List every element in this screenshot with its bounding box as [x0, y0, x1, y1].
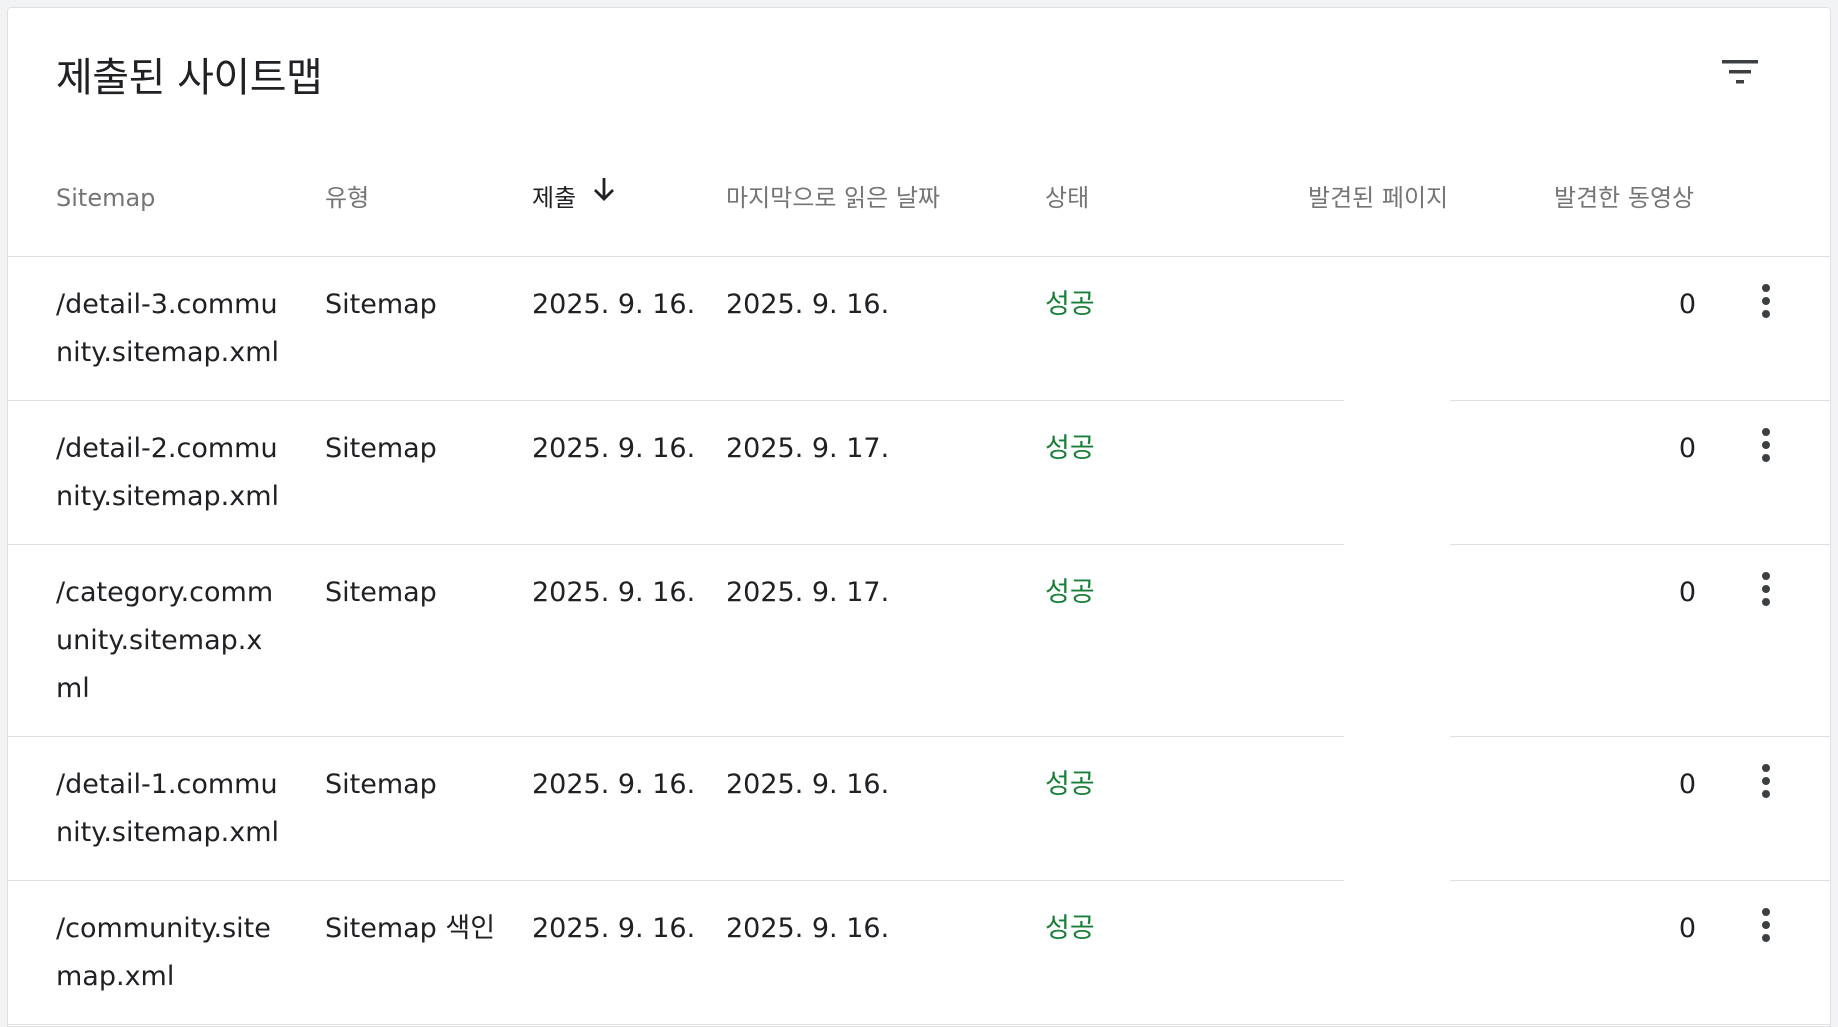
sitemap-type: Sitemap: [325, 769, 437, 800]
arrow-down-icon: [592, 165, 616, 225]
column-header-sitemap[interactable]: Sitemap: [56, 168, 155, 228]
last-read-date: 2025. 9. 17.: [726, 433, 890, 464]
more-vert-icon: [1760, 907, 1772, 947]
status-text: 성공: [1045, 913, 1095, 944]
table-row[interactable]: /community.sitemap.xml Sitemap 색인 2025. …: [8, 881, 1830, 1025]
submitted-date: 2025. 9. 16.: [532, 913, 696, 944]
status-text: 성공: [1045, 433, 1095, 464]
filter-icon: [1722, 58, 1758, 90]
table-row[interactable]: /detail-3.community.sitemap.xml Sitemap …: [8, 257, 1830, 401]
row-more-button[interactable]: [1742, 903, 1790, 951]
row-more-button[interactable]: [1742, 567, 1790, 615]
sitemap-type: Sitemap: [325, 433, 437, 464]
table-row[interactable]: /detail-2.community.sitemap.xml Sitemap …: [8, 401, 1830, 545]
row-more-button[interactable]: [1742, 279, 1790, 327]
sitemap-type: Sitemap: [325, 577, 437, 608]
column-header-submitted[interactable]: 제출: [532, 168, 616, 228]
sitemap-type: Sitemap 색인: [325, 913, 496, 944]
discovered-videos-count: 0: [1678, 433, 1696, 464]
page-title: 제출된 사이트맵: [56, 55, 323, 101]
column-header-last-read[interactable]: 마지막으로 읽은 날짜: [726, 168, 940, 228]
row-more-button[interactable]: [1742, 759, 1790, 807]
sitemap-path: /community.sitemap.xml: [56, 913, 271, 992]
column-header-discovered-videos[interactable]: 발견한 동영상: [1554, 168, 1694, 228]
column-header-status[interactable]: 상태: [1045, 168, 1089, 228]
submitted-date: 2025. 9. 16.: [532, 433, 696, 464]
status-text: 성공: [1045, 769, 1095, 800]
table-row[interactable]: /detail-1.community.sitemap.xml Sitemap …: [8, 737, 1830, 881]
submitted-date: 2025. 9. 16.: [532, 577, 696, 608]
last-read-date: 2025. 9. 16.: [726, 913, 890, 944]
sitemap-type: Sitemap: [325, 289, 437, 320]
sitemap-path: /detail-2.community.sitemap.xml: [56, 433, 280, 512]
column-header-type[interactable]: 유형: [325, 168, 369, 228]
filter-button[interactable]: [1708, 46, 1772, 102]
more-vert-icon: [1760, 427, 1772, 467]
discovered-videos-count: 0: [1678, 769, 1696, 800]
sitemap-path: /category.community.sitemap.xml: [56, 577, 274, 704]
status-text: 성공: [1045, 577, 1095, 608]
last-read-date: 2025. 9. 16.: [726, 289, 890, 320]
last-read-date: 2025. 9. 17.: [726, 577, 890, 608]
row-more-button[interactable]: [1742, 423, 1790, 471]
discovered-videos-count: 0: [1678, 289, 1696, 320]
status-text: 성공: [1045, 289, 1095, 320]
submitted-sitemaps-card: 제출된 사이트맵 Sitemap 유형 제출 마지막으로 읽은 날짜 상태 발견…: [7, 7, 1831, 1027]
sitemap-path: /detail-1.community.sitemap.xml: [56, 769, 280, 848]
table-header: Sitemap 유형 제출 마지막으로 읽은 날짜 상태 발견된 페이지 발견한…: [8, 168, 1830, 257]
column-header-discovered-pages[interactable]: 발견된 페이지: [1308, 168, 1448, 228]
last-read-date: 2025. 9. 16.: [726, 769, 890, 800]
more-vert-icon: [1760, 283, 1772, 323]
discovered-videos-count: 0: [1678, 913, 1696, 944]
discovered-videos-count: 0: [1678, 577, 1696, 608]
more-vert-icon: [1760, 763, 1772, 803]
submitted-date: 2025. 9. 16.: [532, 769, 696, 800]
sitemap-path: /detail-3.community.sitemap.xml: [56, 289, 280, 368]
table-row[interactable]: /category.community.sitemap.xml Sitemap …: [8, 545, 1830, 737]
column-header-submitted-label: 제출: [532, 184, 577, 212]
submitted-date: 2025. 9. 16.: [532, 289, 696, 320]
more-vert-icon: [1760, 571, 1772, 611]
